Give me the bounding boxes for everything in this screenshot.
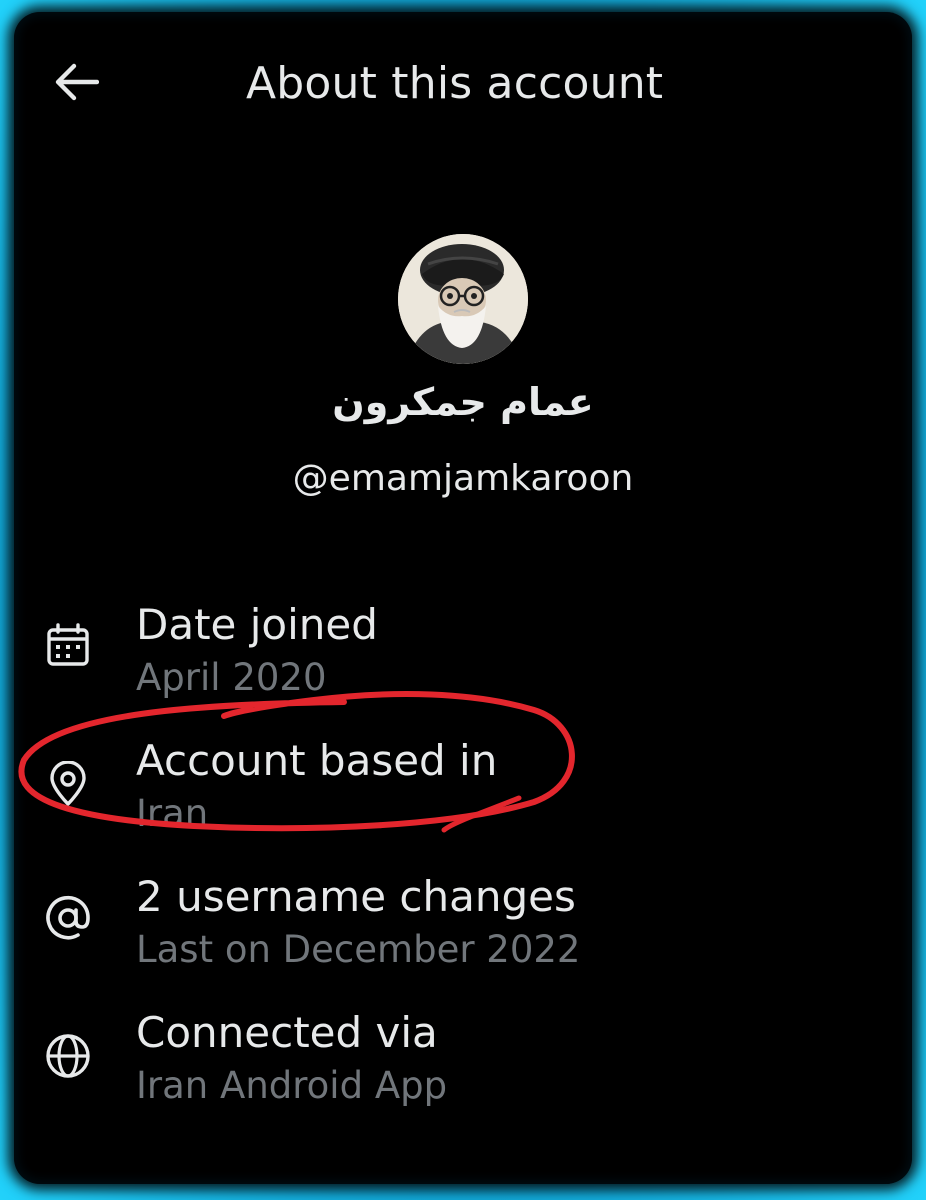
username-handle: @emamjamkaroon: [292, 458, 634, 499]
detail-label: 2 username changes: [136, 872, 576, 921]
calendar-icon: [42, 620, 94, 672]
detail-row-date-joined: Date joined April 2020: [14, 594, 912, 704]
detail-row-connected-via: Connected via Iran Android App: [14, 1002, 912, 1112]
app-screen: About this account عمام جمکرون @emamjamk…: [14, 12, 912, 1184]
detail-value: Last on December 2022: [136, 928, 581, 971]
detail-label: Connected via: [136, 1008, 438, 1057]
arrow-left-icon: [55, 63, 99, 101]
screenshot-frame: About this account عمام جمکرون @emamjamk…: [0, 0, 926, 1200]
top-bar: About this account: [14, 12, 912, 142]
globe-icon: [42, 1030, 94, 1082]
profile-photo: [398, 234, 528, 364]
detail-value: Iran Android App: [136, 1064, 448, 1107]
page-title: About this account: [246, 58, 664, 109]
at-sign-icon: [42, 892, 94, 944]
detail-label: Date joined: [136, 600, 378, 649]
back-button[interactable]: [48, 54, 104, 110]
detail-value: April 2020: [136, 656, 327, 699]
detail-row-username-changes: 2 username changes Last on December 2022: [14, 866, 912, 976]
display-name: عمام جمکرون: [332, 380, 594, 424]
detail-label: Account based in: [136, 736, 498, 785]
detail-value: Iran: [136, 792, 209, 835]
location-pin-icon: [42, 758, 94, 810]
detail-row-account-based-in: Account based in Iran: [14, 730, 912, 840]
avatar[interactable]: [398, 234, 528, 364]
